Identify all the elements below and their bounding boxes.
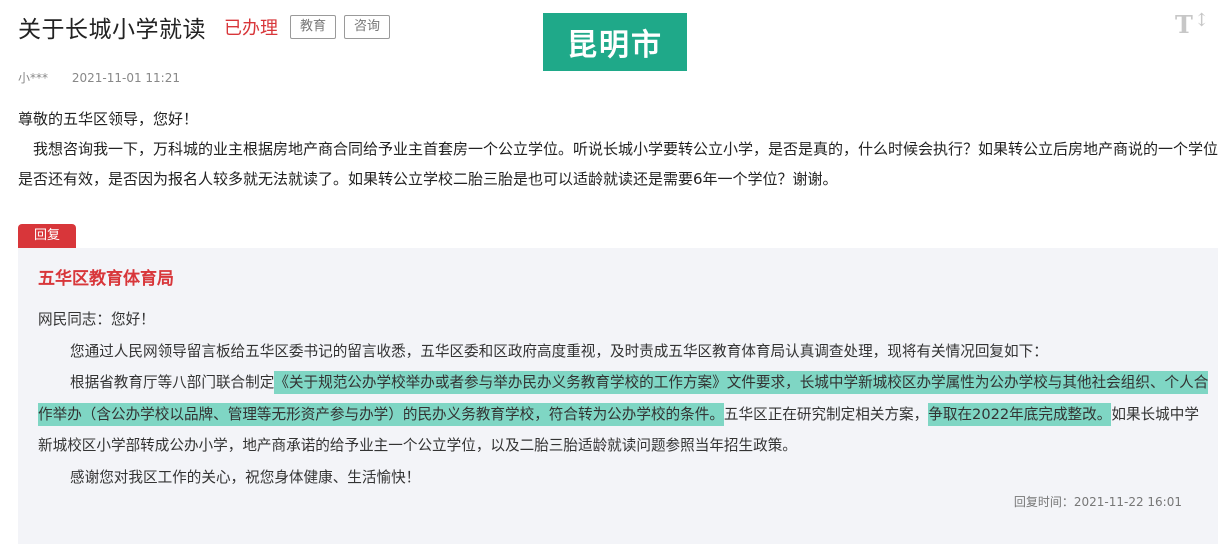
header: 关于长城小学就读 已办理 教育 咨询 xyxy=(18,12,391,43)
status-label: 已办理 xyxy=(224,18,278,39)
question-greeting: 尊敬的五华区领导，您好！ xyxy=(18,110,199,128)
reply-paragraph-2: 根据省教育厅等八部门联合制定《关于规范公办学校举办或者参与举办民办义务教育学校的… xyxy=(38,367,1212,462)
text-size-icon[interactable]: T ↕ xyxy=(1175,10,1210,39)
reply-greeting: 网民同志：您好！ xyxy=(38,311,155,328)
reply-paragraph-1: 您通过人民网领导留言板给五华区委书记的留言收悉，五华区委和区政府高度重视，及时责… xyxy=(70,342,1048,360)
reply-box: 五华区教育体育局 网民同志：您好！ 您通过人民网领导留言板给五华区委书记的留言收… xyxy=(18,248,1218,544)
page-title: 关于长城小学就读 xyxy=(18,17,206,43)
question-content: 尊敬的五华区领导，您好！ 我想咨询我一下，万科城的业主根据房地产商合同给予业主首… xyxy=(18,104,1218,194)
question-body: 我想咨询我一下，万科城的业主根据房地产商合同给予业主首套房一个公立学位。听说长城… xyxy=(18,140,1219,188)
text-size-t-glyph: T xyxy=(1175,10,1193,39)
reply-p2-middle: 五华区正在研究制定相关方案， xyxy=(723,405,929,423)
highlight-deadline: 争取在2022年底完成整改。 xyxy=(928,402,1112,426)
reply-time: 回复时间：2021-11-22 16:01 xyxy=(1013,495,1182,509)
tag-education[interactable]: 教育 xyxy=(290,15,337,39)
text-size-arrow-glyph: ↕ xyxy=(1194,10,1210,31)
reply-department: 五华区教育体育局 xyxy=(38,269,174,289)
reply-paragraph-3: 感谢您对我区工作的关心，祝您身体健康、生活愉快！ xyxy=(70,468,421,486)
reply-body: 网民同志：您好！ 您通过人民网领导留言板给五华区委书记的留言收悉，五华区委和区政… xyxy=(38,304,1212,493)
post-meta: 小*** 2021-11-01 11:21 xyxy=(18,69,180,86)
city-badge: 昆明市 xyxy=(543,13,687,71)
post-datetime: 2021-11-01 11:21 xyxy=(71,71,180,85)
reply-p2-prefix: 根据省教育厅等八部门联合制定 xyxy=(70,374,275,391)
author-name: 小*** xyxy=(18,71,49,85)
tag-consult[interactable]: 咨询 xyxy=(344,15,391,39)
reply-tab: 回复 xyxy=(18,224,76,248)
